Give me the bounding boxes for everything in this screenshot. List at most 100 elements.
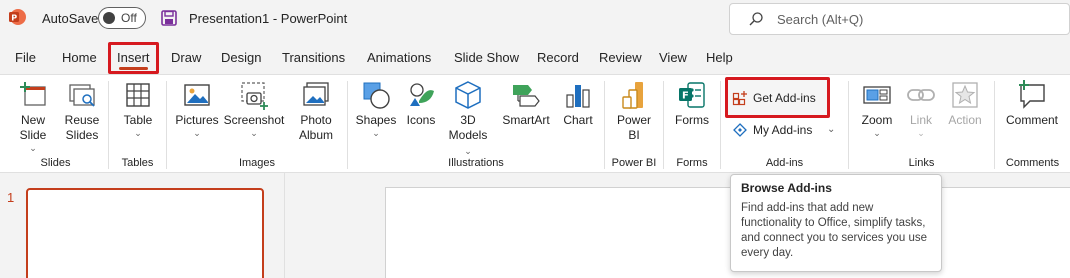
pane-divider[interactable] <box>284 173 285 278</box>
reuse-slides-icon <box>69 84 95 107</box>
new-slide-button[interactable]: New Slide ⌄ <box>10 79 56 153</box>
reuse-slides-label: Reuse Slides <box>64 113 100 142</box>
screenshot-button[interactable]: Screenshot ⌄ <box>223 79 285 138</box>
search-box[interactable]: Search (Alt+Q) <box>729 3 1070 35</box>
tab-file[interactable]: File <box>15 44 36 72</box>
get-add-ins-button[interactable]: Get Add-ins <box>731 86 825 110</box>
chevron-down-icon: ⌄ <box>134 128 142 138</box>
tab-record[interactable]: Record <box>537 44 579 72</box>
link-label: Link <box>909 113 932 127</box>
group-links: Zoom ⌄ Link ⌄ Action Links <box>849 75 994 173</box>
photo-album-icon <box>303 82 329 106</box>
table-button[interactable]: Table ⌄ <box>117 79 159 138</box>
group-forms: F Forms Forms <box>664 75 720 173</box>
group-label-images: Images <box>238 157 276 169</box>
group-power-bi: Power BI Power BI <box>605 75 663 173</box>
group-label-add-ins: Add-ins <box>765 157 804 169</box>
tab-home[interactable]: Home <box>62 44 97 72</box>
group-slides: New Slide ⌄ Reuse Slides Slides <box>4 75 107 173</box>
pictures-button[interactable]: Pictures ⌄ <box>173 79 221 138</box>
chart-label: Chart <box>563 113 593 127</box>
action-star-icon <box>952 82 978 108</box>
my-add-ins-icon <box>733 123 747 137</box>
forms-icon: F <box>679 82 705 108</box>
save-icon[interactable] <box>160 9 178 27</box>
action-button[interactable]: Action <box>943 79 987 128</box>
ribbon-tabs: File Home Insert Draw Design Transitions… <box>0 44 1070 72</box>
power-bi-label: Power BI <box>616 113 651 142</box>
3d-models-button[interactable]: 3D Models ⌄ <box>444 79 492 158</box>
tab-review[interactable]: Review <box>599 44 642 72</box>
power-bi-icon <box>622 82 643 109</box>
smartart-button[interactable]: SmartArt <box>498 79 554 128</box>
smartart-icon <box>513 85 540 107</box>
pictures-label: Pictures <box>175 113 219 127</box>
group-tables: Table ⌄ Tables <box>109 75 166 173</box>
search-placeholder: Search (Alt+Q) <box>777 12 864 27</box>
tab-transitions[interactable]: Transitions <box>282 44 345 72</box>
tab-design[interactable]: Design <box>221 44 261 72</box>
tab-help[interactable]: Help <box>706 44 733 72</box>
pictures-icon <box>184 84 210 106</box>
slide-thumbnail[interactable] <box>26 188 264 278</box>
autosave-toggle[interactable]: Off <box>98 7 146 29</box>
tab-draw[interactable]: Draw <box>171 44 201 72</box>
action-label: Action <box>948 113 982 127</box>
toggle-knob <box>103 12 115 24</box>
get-add-ins-icon <box>732 91 747 106</box>
chevron-down-icon: ⌄ <box>917 128 925 138</box>
chevron-down-icon: ⌄ <box>193 128 201 138</box>
link-button[interactable]: Link ⌄ <box>903 79 939 138</box>
powerpoint-logo-icon: P <box>9 9 26 25</box>
zoom-icon <box>863 86 891 104</box>
shapes-icon <box>363 82 390 109</box>
my-add-ins-button[interactable]: My Add-ins ⌄ <box>731 118 839 142</box>
icons-label: Icons <box>406 113 436 127</box>
group-label-forms: Forms <box>676 157 708 169</box>
tooltip-body: Find add-ins that add new functionality … <box>741 202 928 259</box>
zoom-label: Zoom <box>861 113 893 127</box>
group-label-slides: Slides <box>40 157 71 169</box>
shapes-button[interactable]: Shapes ⌄ <box>354 79 398 138</box>
chevron-down-icon: ⌄ <box>873 128 881 138</box>
chevron-down-icon: ⌄ <box>827 124 836 135</box>
comment-label: Comment <box>1005 113 1058 127</box>
ribbon: New Slide ⌄ Reuse Slides Slides Table ⌄ … <box>0 74 1070 173</box>
new-slide-icon <box>20 82 46 106</box>
screenshot-icon <box>241 82 268 110</box>
group-label-tables: Tables <box>121 157 154 169</box>
power-bi-button[interactable]: Power BI <box>613 79 655 143</box>
tab-animations[interactable]: Animations <box>367 44 431 72</box>
comment-button[interactable]: Comment <box>1002 79 1062 128</box>
3d-models-label: 3D Models <box>448 113 488 142</box>
autosave-label: AutoSave <box>42 11 99 26</box>
group-comments: Comment Comments <box>995 75 1070 173</box>
comment-icon <box>1019 80 1045 109</box>
search-icon <box>749 12 763 26</box>
group-label-illustrations: Illustrations <box>448 157 504 169</box>
photo-album-button[interactable]: Photo Album <box>291 79 341 143</box>
slide-canvas[interactable] <box>385 187 1070 278</box>
new-slide-label: New Slide <box>19 113 47 142</box>
smartart-label: SmartArt <box>502 113 550 127</box>
zoom-button[interactable]: Zoom ⌄ <box>855 79 899 138</box>
link-icon <box>907 89 935 101</box>
svg-text:F: F <box>682 91 689 102</box>
group-label-links: Links <box>908 157 935 169</box>
insert-tab-highlight <box>108 42 159 74</box>
shapes-label: Shapes <box>355 113 397 127</box>
icons-icon <box>410 83 434 106</box>
icons-button[interactable]: Icons <box>402 79 440 128</box>
cube-3d-icon <box>455 81 481 109</box>
tab-slide-show[interactable]: Slide Show <box>454 44 519 72</box>
chart-icon <box>566 85 590 108</box>
group-label-comments: Comments <box>1005 157 1060 169</box>
chevron-down-icon: ⌄ <box>29 143 37 153</box>
tab-view[interactable]: View <box>659 44 687 72</box>
reuse-slides-button[interactable]: Reuse Slides <box>60 79 104 143</box>
toggle-state: Off <box>121 11 137 25</box>
forms-button[interactable]: F Forms <box>672 79 712 128</box>
chart-button[interactable]: Chart <box>558 79 598 128</box>
chevron-down-icon: ⌄ <box>372 128 380 138</box>
table-icon <box>126 83 150 107</box>
